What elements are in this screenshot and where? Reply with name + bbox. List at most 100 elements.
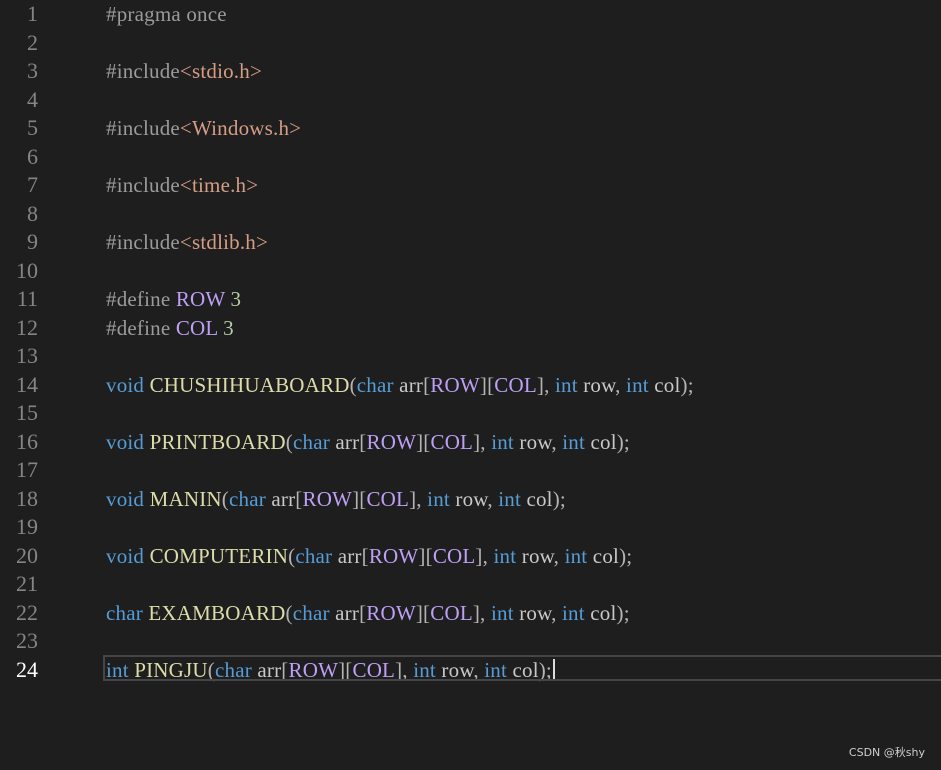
code-token: ( — [285, 600, 293, 625]
code-token: CHUSHIHUABOARD — [149, 372, 350, 397]
code-line[interactable]: 11 #define ROW 3 — [0, 285, 941, 313]
line-number: 13 — [16, 343, 38, 368]
code-token: int — [554, 372, 584, 397]
code-token: PRINTBOARD — [149, 429, 286, 454]
line-number: 9 — [27, 229, 38, 254]
code-token: ], — [536, 372, 555, 397]
code-line[interactable]: 7 #include<time.h> — [0, 171, 941, 199]
code-line[interactable]: 4 — [0, 86, 941, 114]
code-text: #include<Windows.h> — [106, 114, 301, 142]
code-line[interactable]: 5 #include<Windows.h> — [0, 114, 941, 142]
code-token: , — [615, 372, 627, 397]
line-number: 12 — [16, 314, 38, 340]
code-line[interactable]: 15 — [0, 399, 941, 427]
code-token: ROW — [366, 600, 416, 625]
code-token: ROW — [175, 287, 226, 311]
line-number: 8 — [27, 200, 38, 226]
code-token: col — [592, 543, 620, 568]
code-token: , — [487, 486, 499, 511]
code-line[interactable]: 9 #include<stdlib.h> — [0, 228, 941, 256]
code-line[interactable]: 20 void COMPUTERIN(char arr[ROW][COL], in… — [0, 542, 941, 570]
line-number: 15 — [16, 400, 38, 425]
code-token: char — [292, 429, 336, 454]
code-line[interactable]: 2 — [0, 29, 941, 57]
code-token: col — [590, 429, 617, 454]
code-token: char — [356, 372, 400, 397]
code-editor[interactable]: 1 #pragma once 2 3 #include<stdio.h> 4 5 #inclu… — [0, 0, 941, 770]
code-text: void PRINTBOARD(char arr[ROW][COL], int … — [106, 428, 630, 456]
code-token: ROW — [366, 429, 417, 454]
code-token: arr — [399, 372, 424, 397]
code-line[interactable]: 13 — [0, 342, 941, 370]
code-token: arr — [337, 543, 362, 568]
code-line[interactable]: 21 — [0, 570, 941, 598]
code-token: 3 — [225, 287, 242, 311]
code-line[interactable]: 10 — [0, 257, 941, 285]
code-line[interactable]: 8 — [0, 200, 941, 228]
code-line[interactable]: 18 void MANIN(char arr[ROW][COL], int row… — [0, 485, 941, 513]
code-token: int — [427, 486, 456, 511]
code-token: ][ — [479, 372, 495, 397]
line-number: 16 — [16, 428, 38, 454]
code-token: ); — [552, 486, 566, 511]
code-token: ( — [349, 372, 357, 397]
code-token: row — [521, 543, 554, 568]
code-token: ); — [680, 372, 694, 397]
code-token: ); — [616, 600, 630, 625]
code-token: <stdlib.h> — [179, 230, 269, 254]
current-line-highlight — [103, 655, 941, 681]
code-text: void MANIN(char arr[ROW][COL], int row, … — [106, 485, 566, 513]
code-line[interactable]: 1 #pragma once — [0, 0, 941, 28]
code-line[interactable]: 22 char EXAMBOARD(char arr[ROW][COL], int… — [0, 599, 941, 627]
code-text: #include<stdio.h> — [106, 57, 262, 85]
code-line[interactable]: 3 #include<stdio.h> — [0, 57, 941, 85]
code-text: #define COL 3 — [106, 314, 234, 342]
code-token: ); — [616, 429, 630, 454]
code-token: #define — [106, 287, 176, 311]
code-text: #define ROW 3 — [106, 285, 241, 313]
code-token: COL — [366, 486, 410, 511]
code-line[interactable]: 16 void PRINTBOARD(char arr[ROW][COL], in… — [0, 428, 941, 456]
line-number: 11 — [16, 286, 38, 311]
code-token: ROW — [430, 372, 480, 397]
line-number: 6 — [27, 143, 38, 169]
code-token: ROW — [368, 543, 419, 568]
line-number: 24 — [16, 656, 38, 682]
code-token: ][ — [352, 486, 367, 511]
code-token: int — [626, 372, 655, 397]
code-line[interactable]: 23 — [0, 627, 941, 655]
line-number: 17 — [16, 457, 38, 482]
line-number: 21 — [16, 571, 38, 596]
code-token: int — [562, 429, 591, 454]
code-token: int — [493, 543, 522, 568]
code-text: #include<time.h> — [106, 171, 258, 199]
code-token: arr — [335, 429, 360, 454]
code-token: ], — [473, 429, 492, 454]
code-line[interactable]: 12 #define COL 3 — [0, 314, 941, 342]
code-token: void — [106, 486, 150, 511]
code-text: char EXAMBOARD(char arr[ROW][COL], int r… — [106, 599, 630, 627]
code-token: void — [106, 429, 150, 454]
code-token: <time.h> — [179, 173, 259, 197]
code-token: COL — [175, 315, 218, 340]
code-token: COL — [494, 372, 537, 397]
line-number: 7 — [27, 172, 38, 197]
code-token: row — [455, 486, 488, 511]
code-token: #pragma once — [106, 2, 227, 26]
line-number: 2 — [27, 29, 38, 55]
code-text: void COMPUTERIN(char arr[ROW][COL], int … — [106, 542, 632, 570]
code-line[interactable]: 6 — [0, 143, 941, 171]
code-token: COMPUTERIN — [149, 543, 289, 568]
code-text: #pragma once — [106, 0, 227, 28]
line-number: 3 — [27, 58, 38, 83]
line-number: 1 — [27, 1, 38, 26]
code-line[interactable]: 17 — [0, 456, 941, 484]
code-line[interactable]: 14 void CHUSHIHUABOARD(char arr[ROW][COL]… — [0, 371, 941, 399]
code-token: #include — [106, 116, 180, 140]
code-line[interactable]: 19 — [0, 513, 941, 541]
code-token: MANIN — [149, 486, 222, 511]
code-token: [ — [361, 543, 369, 568]
code-token: ], — [475, 543, 494, 568]
code-token: col — [590, 600, 617, 625]
code-token: 3 — [217, 315, 234, 340]
